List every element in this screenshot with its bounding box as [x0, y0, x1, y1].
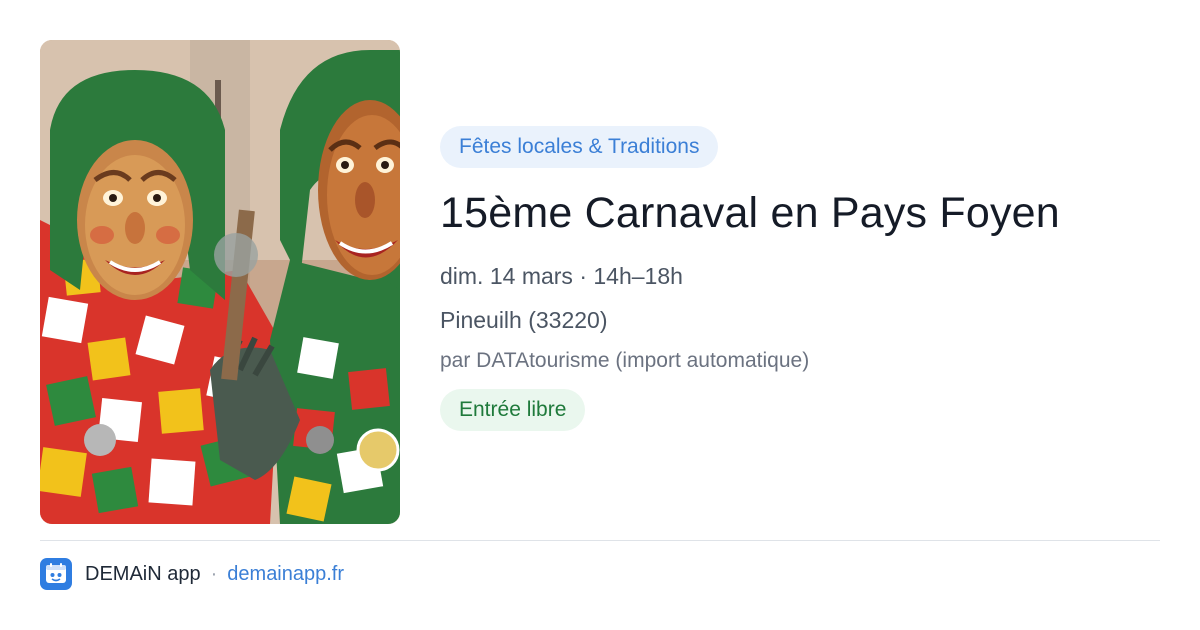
- event-datetime: dim. 14 mars · 14h–18h: [440, 263, 683, 289]
- event-details: Fêtes locales & Traditions 15ème Carnava…: [440, 126, 1160, 431]
- demain-app-logo-icon[interactable]: [40, 558, 72, 590]
- event-title[interactable]: 15ème Carnaval en Pays Foyen: [440, 187, 1160, 239]
- event-image[interactable]: [40, 40, 400, 524]
- price-badge: Entrée libre: [440, 389, 586, 431]
- footer: DEMAiN app · demainapp.fr: [40, 558, 344, 590]
- carnival-masks-illustration: [40, 40, 400, 524]
- site-link[interactable]: demainapp.fr: [227, 563, 344, 586]
- event-card[interactable]: Fêtes locales & Traditions 15ème Carnava…: [0, 0, 1200, 630]
- category-chip[interactable]: Fêtes locales & Traditions: [440, 126, 719, 168]
- footer-divider: [40, 540, 1160, 541]
- event-location: Pineuilh (33220): [440, 307, 608, 333]
- footer-separator: ·: [210, 562, 218, 585]
- event-organizer: par DATAtourisme (import automatique): [440, 349, 810, 372]
- app-name: DEMAiN app: [85, 562, 201, 585]
